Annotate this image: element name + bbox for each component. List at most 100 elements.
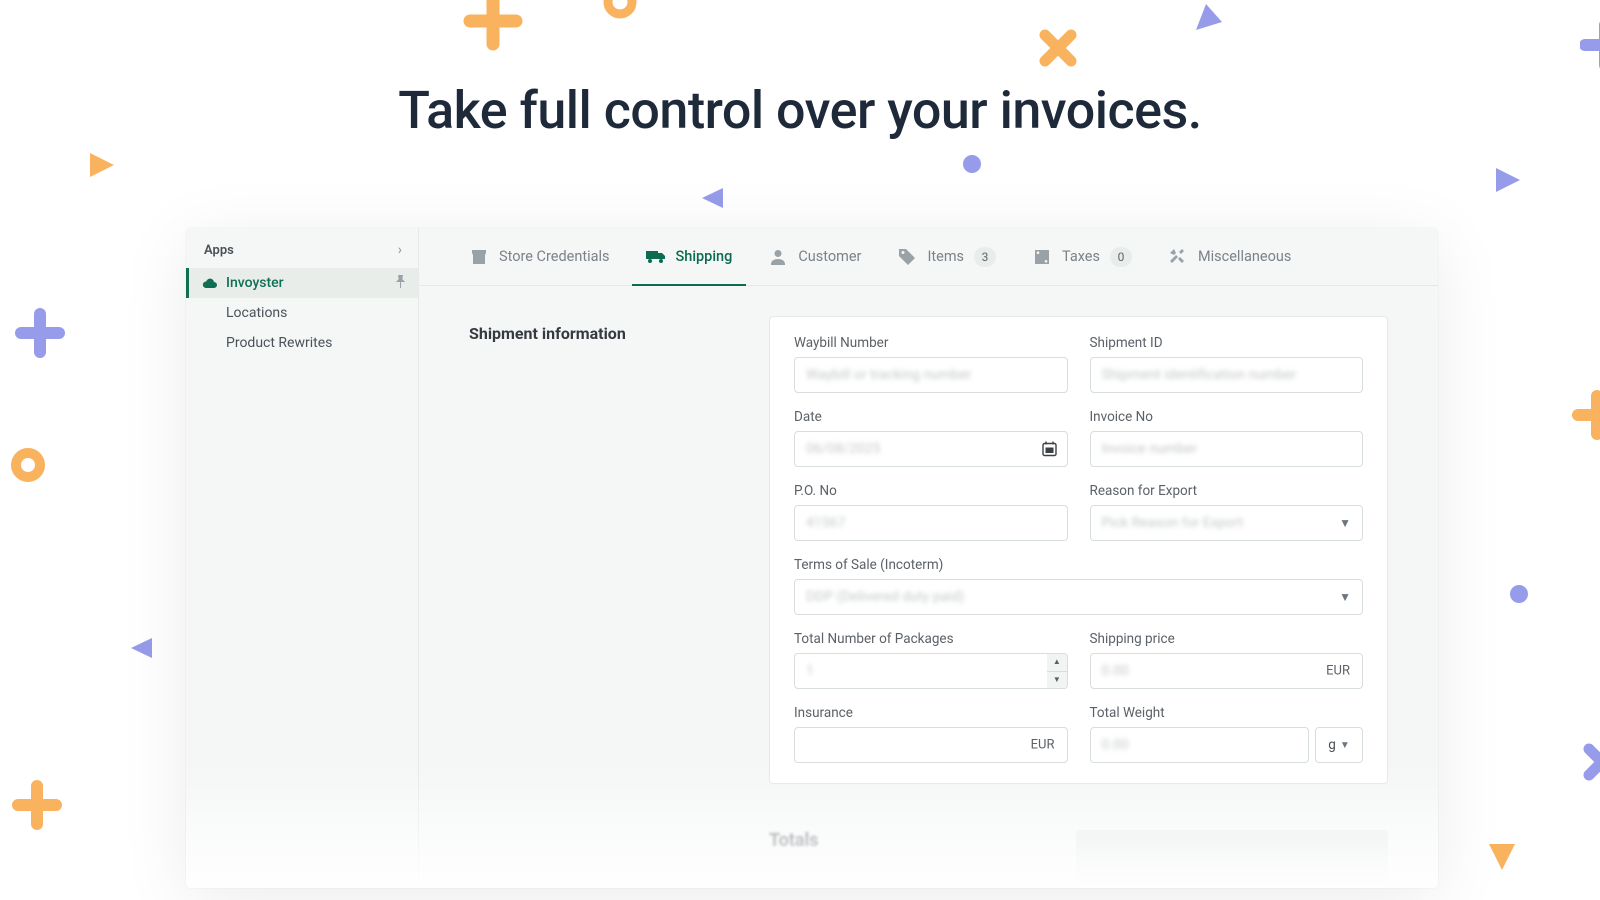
- sidebar-item-label: Locations: [226, 305, 287, 321]
- plus-icon: [12, 780, 62, 830]
- input-shipping-price[interactable]: 0.00 EUR: [1090, 653, 1364, 689]
- value: 0.00: [1102, 663, 1129, 679]
- value: Pick Reason for Export: [1102, 515, 1244, 531]
- section-title-totals: Totals: [769, 830, 819, 851]
- triangle-icon: [1493, 165, 1523, 195]
- circle-outline-icon: [8, 445, 48, 485]
- percent-icon: [1032, 247, 1052, 267]
- sidebar-item-label: Invoyster: [226, 275, 284, 291]
- pin-icon[interactable]: [395, 275, 406, 291]
- label-waybill: Waybill Number: [794, 335, 1068, 351]
- tab-taxes[interactable]: Taxes 0: [1032, 228, 1132, 285]
- dot-icon: [1510, 585, 1528, 603]
- x-icon: [1035, 25, 1081, 71]
- triangle-icon: [699, 185, 725, 211]
- placeholder: Invoice number: [1102, 441, 1198, 457]
- sidebar-item-invoyster[interactable]: Invoyster: [186, 268, 418, 298]
- stepper-down-button[interactable]: ▼: [1047, 672, 1066, 689]
- currency-label: EUR: [1326, 664, 1350, 679]
- label-insurance: Insurance: [794, 705, 1068, 721]
- input-insurance[interactable]: EUR: [794, 727, 1068, 763]
- input-waybill[interactable]: Waybill or tracking number: [794, 357, 1068, 393]
- tab-label: Items: [927, 248, 964, 265]
- page-title: Take full control over your invoices.: [0, 80, 1600, 141]
- sidebar-item-product-rewrites[interactable]: Product Rewrites: [186, 328, 418, 358]
- truck-icon: [646, 247, 666, 267]
- label-shipping-price: Shipping price: [1090, 631, 1364, 647]
- plus-icon: [1572, 390, 1600, 440]
- label-date: Date: [794, 409, 1068, 425]
- sidebar-section-label: Apps: [204, 243, 234, 258]
- label-invoice-no: Invoice No: [1090, 409, 1364, 425]
- caret-down-icon: ▼: [1340, 740, 1350, 751]
- calendar-icon: [1042, 442, 1057, 457]
- tab-label: Customer: [798, 248, 861, 265]
- app-window: Apps › Invoyster Locations Product Rewri…: [186, 228, 1438, 888]
- value: DDP (Delivered duty paid): [806, 589, 964, 605]
- value: 41567: [806, 515, 845, 531]
- placeholder: Waybill or tracking number: [806, 367, 971, 383]
- plus-icon: [462, 0, 524, 52]
- select-weight-unit[interactable]: g ▼: [1315, 727, 1363, 763]
- sidebar-item-locations[interactable]: Locations: [186, 298, 418, 328]
- label-packages: Total Number of Packages: [794, 631, 1068, 647]
- select-reason-for-export[interactable]: Pick Reason for Export ▼: [1090, 505, 1364, 541]
- cloud-icon: [202, 277, 226, 289]
- input-invoice-no[interactable]: Invoice number: [1090, 431, 1364, 467]
- input-total-weight[interactable]: 0.00: [1090, 727, 1310, 763]
- tab-label: Miscellaneous: [1198, 248, 1291, 265]
- triangle-icon: [1192, 0, 1226, 34]
- dot-icon: [963, 155, 981, 173]
- store-icon: [469, 247, 489, 267]
- sidebar: Apps › Invoyster Locations Product Rewri…: [186, 228, 419, 888]
- label-shipment-id: Shipment ID: [1090, 335, 1364, 351]
- sidebar-item-label: Product Rewrites: [226, 335, 332, 351]
- label-total-weight: Total Weight: [1090, 705, 1364, 721]
- input-shipment-id[interactable]: Shipment identification number: [1090, 357, 1364, 393]
- tab-store-credentials[interactable]: Store Credentials: [469, 228, 610, 285]
- tabs: Store Credentials Shipping Customer Item…: [419, 228, 1438, 286]
- person-icon: [768, 247, 788, 267]
- tools-icon: [1168, 247, 1188, 267]
- section-title-shipment: Shipment information: [469, 324, 739, 343]
- chevron-right-icon: ›: [398, 242, 402, 258]
- tab-label: Shipping: [676, 248, 733, 265]
- select-terms-of-sale[interactable]: DDP (Delivered duty paid) ▼: [794, 579, 1363, 615]
- tab-badge: 0: [1110, 247, 1132, 267]
- shipment-card: Waybill Number Waybill or tracking numbe…: [769, 316, 1388, 784]
- caret-down-icon: ▼: [1339, 590, 1351, 604]
- label-reason: Reason for Export: [1090, 483, 1364, 499]
- triangle-icon: [87, 150, 117, 180]
- tab-badge: 3: [974, 247, 996, 267]
- content: Shipment information Waybill Number Wayb…: [419, 286, 1438, 888]
- main: Store Credentials Shipping Customer Item…: [419, 228, 1438, 888]
- x-icon: [1580, 740, 1600, 784]
- value: 1: [806, 663, 814, 679]
- unit-label: g: [1328, 737, 1336, 753]
- input-date[interactable]: 06/08/2025: [794, 431, 1068, 467]
- caret-down-icon: ▼: [1339, 516, 1351, 530]
- tab-miscellaneous[interactable]: Miscellaneous: [1168, 228, 1291, 285]
- tab-items[interactable]: Items 3: [897, 228, 996, 285]
- input-po-no[interactable]: 41567: [794, 505, 1068, 541]
- plus-icon: [15, 308, 65, 358]
- value: 0.00: [1102, 737, 1129, 753]
- placeholder: Shipment identification number: [1102, 367, 1297, 383]
- label-terms: Terms of Sale (Incoterm): [794, 557, 1363, 573]
- circle-outline-icon: [600, 0, 640, 22]
- input-total-packages[interactable]: 1 ▲ ▼: [794, 653, 1068, 689]
- tag-icon: [897, 247, 917, 267]
- value: 06/08/2025: [806, 441, 881, 457]
- tab-label: Store Credentials: [499, 248, 610, 265]
- tab-label: Taxes: [1062, 248, 1100, 265]
- currency-label: EUR: [1031, 738, 1055, 753]
- sidebar-section-apps[interactable]: Apps ›: [186, 234, 418, 268]
- triangle-icon: [128, 635, 154, 661]
- label-po-no: P.O. No: [794, 483, 1068, 499]
- triangle-icon: [1485, 840, 1519, 874]
- plus-icon: [1580, 20, 1600, 70]
- tab-customer[interactable]: Customer: [768, 228, 861, 285]
- stepper-up-button[interactable]: ▲: [1047, 654, 1066, 672]
- totals-card: [1076, 830, 1388, 888]
- tab-shipping[interactable]: Shipping: [646, 228, 733, 285]
